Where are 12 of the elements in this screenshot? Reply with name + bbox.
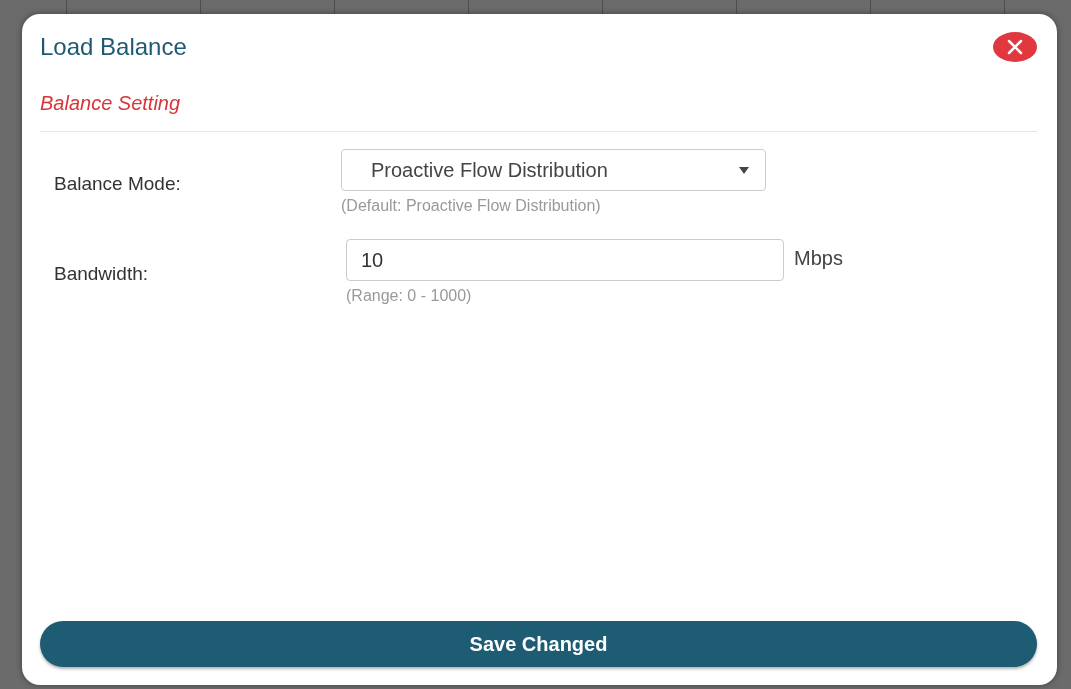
field-label: Balance Mode: (54, 172, 182, 195)
save-button[interactable]: Save Changed (40, 621, 1037, 667)
section-heading: Balance Setting (40, 92, 182, 115)
mode-dropdown[interactable]: Proactive Flow Distribution (341, 149, 766, 191)
caret-icon (739, 166, 749, 174)
close-icon[interactable] (993, 32, 1037, 62)
unit-label: Mbps (794, 246, 843, 270)
hint-text: (Default: Proactive Flow Distribution) (341, 197, 602, 215)
field-label: Bandwidth: (54, 262, 149, 285)
bandwidth-field[interactable]: 10 (346, 239, 784, 281)
hint-text: (Range: 0 - 1000) (346, 287, 473, 305)
dialog-title: Load Balance (40, 33, 187, 61)
